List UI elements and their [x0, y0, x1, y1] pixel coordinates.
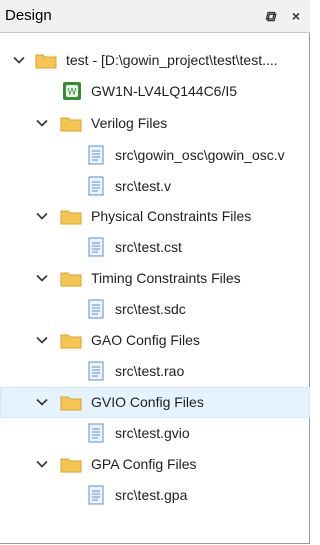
group-label: GVIO Config Files: [91, 394, 204, 410]
device-label: GW1N-LV4LQ144C6/I5: [91, 83, 238, 99]
tree-file[interactable]: src\test.cst: [0, 232, 310, 263]
folder-icon: [60, 392, 82, 412]
svg-text:W: W: [68, 88, 77, 98]
tree-file[interactable]: src\test.v: [0, 171, 310, 202]
group-label: GPA Config Files: [91, 456, 197, 472]
panel-title: Design: [5, 7, 52, 24]
tree-group-gvio-config[interactable]: GVIO Config Files: [0, 387, 310, 418]
chevron-down-icon[interactable]: [35, 209, 49, 223]
chevron-down-icon[interactable]: [12, 53, 26, 67]
chip-icon: W: [62, 81, 84, 101]
file-icon: [87, 423, 109, 443]
chevron-down-icon[interactable]: [35, 116, 49, 130]
file-icon: [87, 145, 109, 165]
folder-icon: [60, 206, 82, 226]
project-label: test - [D:\gowin_project\test\test....: [66, 52, 278, 68]
group-label: Verilog Files: [91, 115, 168, 131]
folder-icon: [60, 454, 82, 474]
tree-file[interactable]: src\test.sdc: [0, 294, 310, 325]
group-label: Physical Constraints Files: [91, 208, 252, 224]
chevron-down-icon[interactable]: [35, 457, 49, 471]
tree-file[interactable]: src\test.rao: [0, 356, 310, 387]
file-label: src\test.gvio: [115, 425, 190, 441]
file-icon: [87, 361, 109, 381]
file-label: src\test.rao: [115, 363, 185, 379]
file-icon: [87, 176, 109, 196]
tree-file[interactable]: src\test.gvio: [0, 418, 310, 449]
project-folder-icon: [35, 50, 57, 70]
tree-item-device[interactable]: W GW1N-LV4LQ144C6/I5: [0, 76, 310, 107]
file-icon: [87, 237, 109, 257]
file-icon: [87, 299, 109, 319]
file-label: src\test.sdc: [115, 301, 186, 317]
file-label: src\test.cst: [115, 239, 182, 255]
tree-group-physical-constraints[interactable]: Physical Constraints Files: [0, 201, 310, 232]
group-label: Timing Constraints Files: [91, 270, 241, 286]
tree-group-gao-config[interactable]: GAO Config Files: [0, 325, 310, 356]
tree-file[interactable]: src\test.gpa: [0, 480, 310, 511]
tree-group-verilog[interactable]: Verilog Files: [0, 108, 310, 139]
tree-file[interactable]: src\gowin_osc\gowin_osc.v: [0, 140, 310, 171]
file-label: src\gowin_osc\gowin_osc.v: [115, 147, 285, 163]
folder-icon: [60, 268, 82, 288]
file-label: src\test.v: [115, 178, 172, 194]
group-label: GAO Config Files: [91, 332, 200, 348]
folder-icon: [60, 113, 82, 133]
float-button[interactable]: ⧉: [260, 5, 280, 27]
tree-item-project[interactable]: test - [D:\gowin_project\test\test....: [0, 45, 310, 76]
close-button[interactable]: ×: [286, 5, 306, 27]
file-icon: [87, 485, 109, 505]
tree-group-timing-constraints[interactable]: Timing Constraints Files: [0, 263, 310, 294]
chevron-down-icon[interactable]: [35, 395, 49, 409]
chevron-down-icon[interactable]: [35, 271, 49, 285]
design-panel: Design ⧉ × test - [D:\gowin_project\test…: [0, 0, 310, 544]
chevron-down-icon[interactable]: [35, 333, 49, 347]
tree-group-gpa-config[interactable]: GPA Config Files: [0, 449, 310, 480]
folder-icon: [60, 330, 82, 350]
panel-titlebar: Design ⧉ ×: [0, 0, 310, 33]
file-label: src\test.gpa: [115, 487, 188, 503]
